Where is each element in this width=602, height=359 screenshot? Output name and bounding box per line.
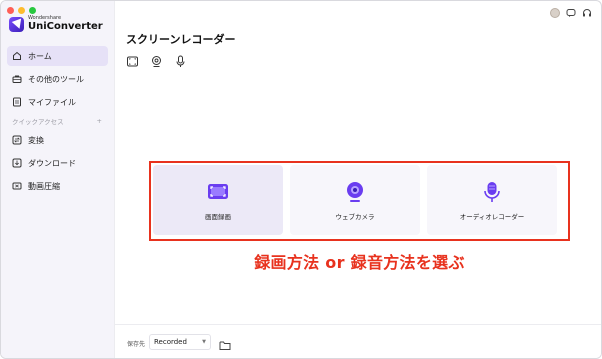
home-icon — [12, 51, 22, 61]
mode-toolbar — [126, 55, 187, 68]
sidebar-item-label: マイファイル — [28, 97, 76, 107]
annotation-text: 録画方法 or 録音方法を選ぶ — [254, 253, 465, 272]
quick-access-label: クイックアクセス — [12, 118, 64, 126]
sidebar-item-home[interactable]: ホーム — [7, 46, 108, 66]
sidebar-item-my-files[interactable]: マイファイル — [7, 92, 108, 112]
sidebar-item-label: ダウンロード — [28, 158, 76, 168]
app-logo-icon — [9, 16, 24, 32]
microphone-icon[interactable] — [174, 55, 187, 68]
app-window: Wondershare UniConverter ホーム その他のツール マイフ… — [0, 0, 602, 359]
brand-name: UniConverter — [28, 21, 103, 32]
file-icon — [12, 97, 22, 107]
save-location-label: 保存先 — [127, 341, 146, 348]
sidebar-item-download[interactable]: ダウンロード — [7, 153, 108, 173]
folder-icon[interactable] — [219, 336, 231, 350]
sidebar-item-label: 変換 — [28, 135, 44, 145]
close-window-button[interactable] — [7, 7, 14, 14]
sidebar-item-compress[interactable]: 動画圧縮 — [7, 176, 108, 196]
highlight-frame — [149, 161, 570, 241]
webcam-icon[interactable] — [150, 55, 163, 68]
avatar[interactable] — [550, 8, 560, 18]
screen-capture-icon[interactable] — [126, 55, 139, 68]
chevron-down-icon: ▼ — [202, 339, 206, 345]
sidebar-item-label: その他のツール — [28, 74, 84, 84]
header-actions — [550, 8, 592, 18]
chat-icon[interactable] — [566, 8, 576, 18]
toolbox-icon — [12, 74, 22, 84]
convert-icon — [12, 135, 22, 145]
sidebar: Wondershare UniConverter ホーム その他のツール マイフ… — [1, 1, 115, 358]
minimize-window-button[interactable] — [18, 7, 25, 14]
sidebar-item-other-tools[interactable]: その他のツール — [7, 69, 108, 89]
support-headset-icon[interactable] — [582, 8, 592, 18]
sidebar-nav: ホーム その他のツール マイファイル クイックアクセス + 変換 ダウンロード … — [7, 46, 108, 199]
quick-access-header: クイックアクセス + — [7, 115, 108, 127]
footer-bar: 保存先 Recorded ▼ — [115, 324, 601, 358]
window-controls — [7, 7, 36, 14]
compress-icon — [12, 181, 22, 191]
page-title: スクリーンレコーダー — [126, 33, 236, 46]
download-icon — [12, 158, 22, 168]
sidebar-item-label: 動画圧縮 — [28, 181, 60, 191]
save-location-select[interactable]: Recorded ▼ — [149, 334, 211, 350]
sidebar-item-convert[interactable]: 変換 — [7, 130, 108, 150]
sidebar-item-label: ホーム — [28, 51, 52, 61]
add-quick-access-button[interactable]: + — [97, 117, 102, 125]
brand: Wondershare UniConverter — [9, 16, 103, 32]
save-location-value: Recorded — [154, 338, 187, 346]
maximize-window-button[interactable] — [29, 7, 36, 14]
